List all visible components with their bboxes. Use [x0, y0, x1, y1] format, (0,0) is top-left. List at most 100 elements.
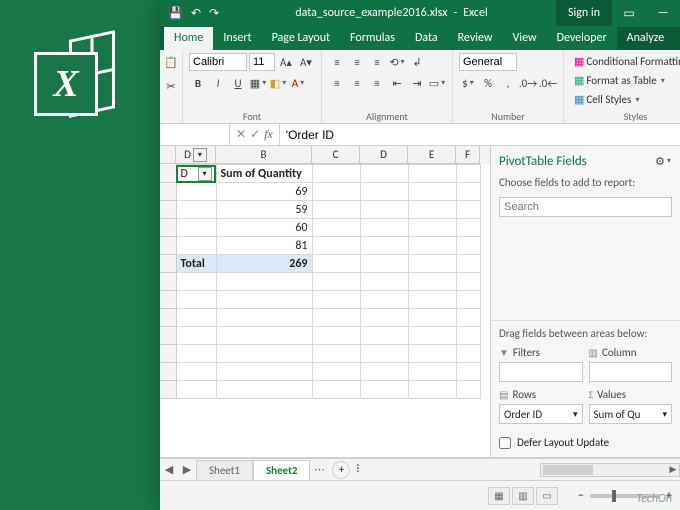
sheet-nav-prev-icon[interactable]: ◀: [160, 463, 178, 476]
undo-icon[interactable]: ↶: [191, 6, 201, 21]
dec-decimal-icon[interactable]: .0←: [539, 74, 557, 92]
title-bar: 💾 ↶ ↷ data_source_example2016.xlsx - Exc…: [160, 0, 680, 26]
ribbon-tabs: Home Insert Page Layout Formulas Data Re…: [160, 26, 680, 50]
window-title: data_source_example2016.xlsx - Excel: [227, 0, 556, 26]
align-left-icon[interactable]: ≡: [328, 74, 346, 92]
align-center-icon[interactable]: ≡: [348, 74, 366, 92]
excel-window: 💾 ↶ ↷ data_source_example2016.xlsx - Exc…: [160, 0, 680, 510]
indent-inc-icon[interactable]: ⇥: [408, 74, 426, 92]
font-name-select[interactable]: [189, 53, 247, 71]
ribbon: 📋 ✂ A▴ A▾ B I U: [160, 50, 680, 124]
enter-fx-icon[interactable]: ✓: [250, 127, 260, 142]
col-header[interactable]: B: [216, 146, 312, 164]
col-header[interactable]: D▾: [176, 146, 216, 164]
columns-dropzone[interactable]: [589, 362, 673, 382]
percent-icon[interactable]: %: [479, 74, 497, 92]
pivottable-fields-pane: PivotTable Fields ⚙ Choose fields to add…: [490, 146, 680, 457]
minimize-icon[interactable]: —: [646, 0, 680, 26]
group-label-font: Font: [189, 109, 315, 121]
underline-icon[interactable]: U: [229, 74, 247, 92]
defer-update-label: Defer Layout Update: [517, 436, 609, 449]
col-header[interactable]: F: [456, 146, 480, 164]
columns-icon: ▥: [589, 346, 598, 359]
format-table-button[interactable]: ▦Format as Table: [570, 72, 669, 89]
tab-insert[interactable]: Insert: [213, 27, 261, 50]
shrink-font-icon[interactable]: A▾: [297, 53, 315, 71]
excel-logo: X: [22, 24, 122, 124]
font-size-select[interactable]: [249, 53, 275, 71]
align-bottom-icon[interactable]: ≡: [368, 53, 386, 71]
status-bar: ▦ ▥ ▭ −+: [160, 480, 680, 510]
group-label-number: Number: [459, 109, 557, 121]
view-normal-icon[interactable]: ▦: [488, 487, 510, 505]
wrap-text-icon[interactable]: ↲: [408, 53, 426, 71]
cut-icon[interactable]: ✂: [162, 77, 180, 95]
rows-dropzone[interactable]: Order ID▾: [499, 404, 583, 424]
border-icon[interactable]: ▦: [249, 74, 267, 92]
group-label-alignment: Alignment: [328, 109, 446, 121]
inc-decimal-icon[interactable]: .0→: [519, 74, 537, 92]
row-filter-icon[interactable]: ▾: [198, 167, 212, 181]
values-icon: Σ: [589, 388, 594, 401]
tab-page-layout[interactable]: Page Layout: [262, 27, 340, 50]
align-right-icon[interactable]: ≡: [368, 74, 386, 92]
redo-icon[interactable]: ↷: [209, 6, 219, 21]
view-pagelayout-icon[interactable]: ▥: [512, 487, 534, 505]
filters-dropzone[interactable]: [499, 362, 583, 382]
sign-in-button[interactable]: Sign in: [556, 0, 612, 26]
tab-formulas[interactable]: Formulas: [340, 27, 405, 50]
tab-data[interactable]: Data: [405, 27, 448, 50]
currency-icon[interactable]: $: [459, 74, 477, 92]
grow-font-icon[interactable]: A▴: [277, 53, 295, 71]
sheet-tab[interactable]: Sheet2: [253, 460, 311, 480]
sheet-tab-more-icon[interactable]: ⋯: [310, 463, 328, 476]
conditional-formatting-button[interactable]: ▦Conditional Formatting: [570, 53, 680, 70]
col-header[interactable]: C: [312, 146, 360, 164]
cell-b3[interactable]: Sum of Quantity: [216, 165, 312, 183]
tab-design[interactable]: Design: [674, 27, 680, 50]
indent-dec-icon[interactable]: ⇤: [388, 74, 406, 92]
formula-input[interactable]: [280, 128, 680, 142]
tab-view[interactable]: View: [503, 27, 547, 50]
add-sheet-button[interactable]: +: [332, 461, 350, 479]
col-header[interactable]: D: [360, 146, 408, 164]
pane-title: PivotTable Fields: [499, 154, 587, 169]
filter-icon[interactable]: ▾: [193, 148, 207, 162]
bold-icon[interactable]: B: [189, 74, 207, 92]
tab-review[interactable]: Review: [448, 27, 503, 50]
sheet-nav-next-icon[interactable]: ▶: [178, 463, 196, 476]
worksheet[interactable]: D▾ B C D E F D▾ Sum of Quantity: [160, 146, 490, 457]
col-header[interactable]: E: [408, 146, 456, 164]
number-format-select[interactable]: [459, 53, 517, 71]
rows-icon: ▤: [499, 388, 508, 401]
align-top-icon[interactable]: ≡: [328, 53, 346, 71]
cell-a3[interactable]: D▾: [176, 165, 216, 183]
merge-icon[interactable]: ▭: [428, 74, 446, 92]
horizontal-scrollbar[interactable]: ◀▶: [540, 463, 680, 477]
field-search-input[interactable]: [499, 197, 672, 217]
fill-color-icon[interactable]: ◧: [269, 74, 287, 92]
name-box[interactable]: [160, 124, 230, 145]
tab-analyze[interactable]: Analyze: [617, 27, 675, 50]
cell-styles-button[interactable]: ▦Cell Styles: [570, 91, 643, 108]
defer-update-checkbox[interactable]: [499, 437, 511, 449]
fx-icon[interactable]: fx: [264, 127, 273, 142]
orientation-icon[interactable]: ⟲: [388, 53, 406, 71]
tab-developer[interactable]: Developer: [547, 27, 617, 50]
watermark: TechOn: [636, 492, 672, 506]
comma-icon[interactable]: ,: [499, 74, 517, 92]
tab-home[interactable]: Home: [164, 27, 213, 50]
view-pagebreak-icon[interactable]: ▭: [536, 487, 558, 505]
sheet-tab[interactable]: Sheet1: [196, 460, 253, 480]
paste-icon[interactable]: 📋: [162, 53, 180, 71]
ribbon-display-icon[interactable]: ▭: [612, 0, 646, 26]
font-color-icon[interactable]: A: [289, 74, 307, 92]
pane-options-icon[interactable]: ⚙: [654, 152, 672, 170]
italic-icon[interactable]: I: [209, 74, 227, 92]
values-dropzone[interactable]: Sum of Qu▾: [589, 404, 673, 424]
select-all-corner[interactable]: [160, 146, 176, 164]
cancel-fx-icon[interactable]: ✕: [236, 127, 246, 142]
save-icon[interactable]: 💾: [168, 6, 183, 21]
sheet-tab-bar: ◀ ▶ Sheet1 Sheet2 ⋯ + ⠇ ◀▶: [160, 458, 680, 480]
align-middle-icon[interactable]: ≡: [348, 53, 366, 71]
